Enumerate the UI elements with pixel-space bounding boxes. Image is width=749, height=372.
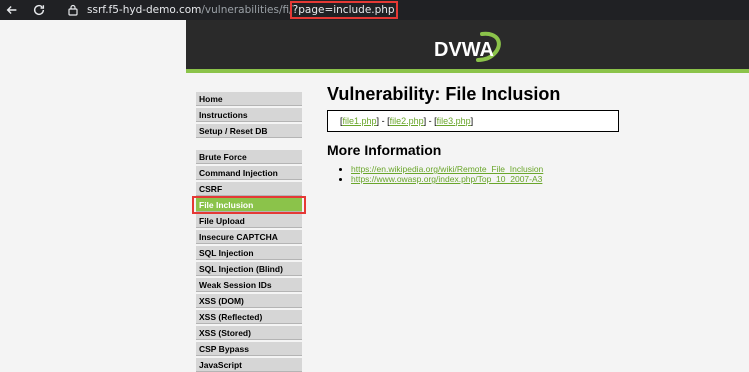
back-arrow-icon[interactable]: [4, 2, 20, 18]
url-path: /vulnerabilities/fi/: [201, 4, 293, 16]
menu-item-brute-force[interactable]: Brute Force: [196, 150, 302, 164]
info-links-list: https://en.wikipedia.org/wiki/Remote_Fil…: [343, 164, 543, 184]
wikipedia-link[interactable]: https://en.wikipedia.org/wiki/Remote_Fil…: [351, 164, 543, 174]
page-header: DVWA: [186, 20, 749, 73]
menu-item-command-injection[interactable]: Command Injection: [196, 166, 302, 180]
menu-item-csrf[interactable]: CSRF: [196, 182, 302, 196]
menu-item-xss-stored[interactable]: XSS (Stored): [196, 326, 302, 340]
left-blank-area: [0, 20, 186, 372]
separator: -: [379, 116, 388, 126]
reload-icon[interactable]: [31, 2, 47, 18]
menu-item-javascript[interactable]: JavaScript: [196, 358, 302, 372]
browser-toolbar: ssrf.f5-hyd-demo.com/vulnerabilities/fi/…: [0, 0, 749, 20]
dvwa-page: DVWA Home Instructions Setup / Reset DB Bru…: [186, 20, 749, 372]
address-bar[interactable]: ssrf.f5-hyd-demo.com/vulnerabilities/fi/…: [87, 1, 398, 19]
owasp-link[interactable]: https://www.owasp.org/index.php/Top_10_2…: [351, 174, 542, 184]
url-query-highlight: ?page=include.php: [289, 1, 398, 19]
list-item: https://en.wikipedia.org/wiki/Remote_Fil…: [351, 164, 543, 174]
file3-link[interactable]: file3.php: [437, 116, 471, 126]
list-item: https://www.owasp.org/index.php/Top_10_2…: [351, 174, 543, 184]
more-info-heading: More Information: [327, 142, 442, 158]
menu-item-weak-session-ids[interactable]: Weak Session IDs: [196, 278, 302, 292]
page-info-icon[interactable]: [66, 3, 80, 17]
menu-item-home[interactable]: Home: [196, 92, 302, 106]
file1-link[interactable]: file1.php: [343, 116, 377, 126]
url-host: ssrf.f5-hyd-demo.com: [87, 4, 202, 16]
selected-menu-highlight: [192, 196, 306, 214]
menu-item-xss-reflected[interactable]: XSS (Reflected): [196, 310, 302, 324]
menu-item-instructions[interactable]: Instructions: [196, 108, 302, 122]
menu-item-sql-injection[interactable]: SQL Injection: [196, 246, 302, 260]
dvwa-logo: DVWA: [434, 31, 501, 62]
menu-item-xss-dom[interactable]: XSS (DOM): [196, 294, 302, 308]
menu-item-csp-bypass[interactable]: CSP Bypass: [196, 342, 302, 356]
svg-text:DVWA: DVWA: [434, 39, 494, 61]
file-links-box: [file1.php] - [file2.php] - [file3.php]: [327, 110, 619, 132]
menu-item-sql-injection-blind[interactable]: SQL Injection (Blind): [196, 262, 302, 276]
menu-item-file-upload[interactable]: File Upload: [196, 214, 302, 228]
separator: -: [426, 116, 435, 126]
menu-item-setup-reset-db[interactable]: Setup / Reset DB: [196, 124, 302, 138]
page-title: Vulnerability: File Inclusion: [327, 84, 561, 104]
menu-item-insecure-captcha[interactable]: Insecure CAPTCHA: [196, 230, 302, 244]
file2-link[interactable]: file2.php: [390, 116, 424, 126]
